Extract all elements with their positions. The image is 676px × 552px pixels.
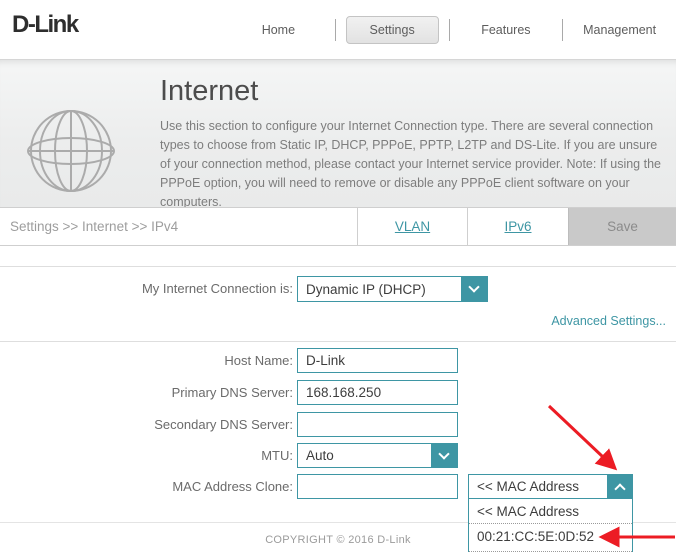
mac-dropdown-option-address[interactable]: 00:21:CC:5E:0D:52 <box>469 524 632 549</box>
toolbar: Settings >> Internet >> IPv4 VLAN IPv6 S… <box>0 207 676 246</box>
mac-address-selected-value: << MAC Address <box>469 479 607 494</box>
secondary-dns-label: Secondary DNS Server: <box>0 412 293 437</box>
page-description: Use this section to configure your Inter… <box>160 117 668 212</box>
primary-dns-label: Primary DNS Server: <box>0 380 293 405</box>
ipv6-link[interactable]: IPv6 <box>504 219 531 234</box>
breadcrumb: Settings >> Internet >> IPv4 <box>0 208 357 245</box>
mac-dropdown-option-default[interactable]: << MAC Address <box>469 499 632 524</box>
mac-address-dropdown-list: << MAC Address 00:21:CC:5E:0D:52 <box>468 498 633 552</box>
divider <box>0 341 676 342</box>
dlink-logo: D-Link <box>12 11 78 39</box>
mac-clone-input[interactable] <box>297 474 458 499</box>
mtu-label: MTU: <box>0 443 293 468</box>
mac-address-select[interactable]: << MAC Address <box>468 474 633 499</box>
connection-type-select[interactable]: Dynamic IP (DHCP) <box>297 276 488 302</box>
chevron-up-icon <box>607 475 632 498</box>
vlan-link[interactable]: VLAN <box>395 219 430 234</box>
mac-clone-label: MAC Address Clone: <box>0 474 293 499</box>
divider <box>0 266 676 267</box>
mtu-value: Auto <box>298 448 431 463</box>
host-name-label: Host Name: <box>0 348 293 373</box>
page: D-Link Home Settings Features Management… <box>0 0 676 552</box>
chevron-down-icon <box>461 277 487 301</box>
internet-hero-section: Internet Use this section to configure y… <box>0 59 676 207</box>
settings-form: My Internet Connection is: Dynamic IP (D… <box>0 246 676 552</box>
secondary-dns-input[interactable] <box>297 412 458 437</box>
host-name-input[interactable] <box>297 348 458 373</box>
nav-item-features[interactable]: Features <box>471 17 540 43</box>
advanced-settings-link[interactable]: Advanced Settings... <box>551 314 666 328</box>
nav-item-home[interactable]: Home <box>252 17 305 43</box>
nav-item-management[interactable]: Management <box>573 17 666 43</box>
save-button[interactable]: Save <box>568 208 676 245</box>
page-title: Internet <box>160 75 258 108</box>
connection-type-label: My Internet Connection is: <box>0 276 293 302</box>
top-header: D-Link Home Settings Features Management <box>0 0 676 59</box>
connection-type-value: Dynamic IP (DHCP) <box>298 282 461 297</box>
nav-item-settings[interactable]: Settings <box>346 16 439 44</box>
mtu-select[interactable]: Auto <box>297 443 458 468</box>
primary-dns-input[interactable] <box>297 380 458 405</box>
chevron-down-icon <box>431 444 457 467</box>
main-nav: Home Settings Features Management <box>222 0 676 59</box>
globe-icon <box>26 104 118 198</box>
